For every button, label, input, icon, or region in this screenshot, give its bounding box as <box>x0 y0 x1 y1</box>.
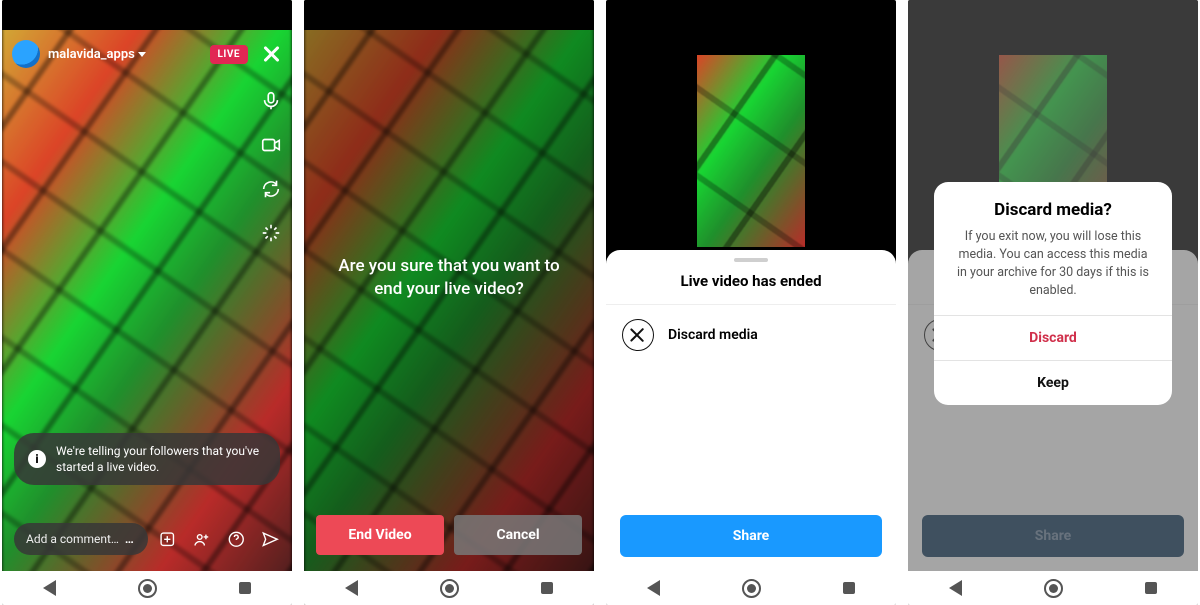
keep-button[interactable]: Keep <box>934 360 1172 405</box>
nav-back-icon[interactable] <box>345 580 358 596</box>
toast-text: We're telling your followers that you've… <box>56 443 266 475</box>
nav-back-icon[interactable] <box>43 580 56 596</box>
live-topbar: malavida_apps LIVE <box>2 30 292 78</box>
video-backdrop <box>2 0 292 605</box>
close-icon <box>622 319 654 351</box>
phone-discard-dialog: Live video has ended Discard media Share… <box>908 0 1198 605</box>
comment-input[interactable]: Add a comment… … <box>14 523 148 555</box>
end-confirm-text: Are you sure that you want to end your l… <box>326 255 572 301</box>
status-bar-spacer <box>304 0 594 30</box>
ended-sheet: Live video has ended Discard media Share <box>606 250 896 571</box>
info-icon: i <box>28 450 46 468</box>
android-navbar <box>908 571 1198 605</box>
more-dots-icon: … <box>120 532 136 546</box>
mic-icon[interactable] <box>260 90 282 112</box>
video-thumbnail <box>697 55 805 247</box>
sheet-grabber[interactable] <box>734 258 768 262</box>
questions-icon[interactable] <box>227 527 246 551</box>
username-button[interactable]: malavida_apps <box>48 47 146 62</box>
confirm-buttons: End Video Cancel <box>316 515 582 555</box>
invite-guest-icon[interactable] <box>192 527 211 551</box>
phone-live: malavida_apps LIVE i We're telling your … <box>2 0 292 605</box>
nav-recents-icon[interactable] <box>843 582 855 594</box>
dialog-title: Discard media? <box>954 200 1152 220</box>
camera-icon[interactable] <box>260 134 282 156</box>
android-navbar <box>2 571 292 605</box>
nav-home-icon[interactable] <box>138 579 157 598</box>
discard-media-label: Discard media <box>668 327 758 343</box>
sheet-title: Live video has ended <box>606 266 896 305</box>
nav-recents-icon[interactable] <box>1145 582 1157 594</box>
four-phone-row: malavida_apps LIVE i We're telling your … <box>0 0 1200 605</box>
android-navbar <box>304 571 594 605</box>
username-label: malavida_apps <box>48 47 135 62</box>
nav-home-icon[interactable] <box>1044 579 1063 598</box>
comment-placeholder: Add a comment… <box>26 532 119 546</box>
nav-back-icon[interactable] <box>647 580 660 596</box>
live-bottom-bar: Add a comment… … <box>14 523 280 555</box>
dialog-message: If you exit now, you will lose this medi… <box>954 228 1152 301</box>
discard-button[interactable]: Discard <box>934 315 1172 360</box>
nav-back-icon[interactable] <box>949 580 962 596</box>
close-icon[interactable] <box>260 43 282 65</box>
effects-icon[interactable] <box>260 222 282 244</box>
cancel-button[interactable]: Cancel <box>454 515 582 555</box>
add-media-icon[interactable] <box>158 527 177 551</box>
phone-end-confirm: Are you sure that you want to end your l… <box>304 0 594 605</box>
phone-ended-sheet: Live video has ended Discard media Share <box>606 0 896 605</box>
flip-camera-icon[interactable] <box>260 178 282 200</box>
nav-home-icon[interactable] <box>742 579 761 598</box>
discard-dialog: Discard media? If you exit now, you will… <box>934 182 1172 405</box>
nav-recents-icon[interactable] <box>541 582 553 594</box>
discard-media-row[interactable]: Discard media <box>606 305 896 365</box>
nav-recents-icon[interactable] <box>239 582 251 594</box>
end-video-button[interactable]: End Video <box>316 515 444 555</box>
broadcast-toast: i We're telling your followers that you'… <box>14 433 280 485</box>
live-side-tools <box>260 90 282 244</box>
send-icon[interactable] <box>261 527 280 551</box>
chevron-down-icon <box>138 52 146 57</box>
nav-home-icon[interactable] <box>440 579 459 598</box>
avatar[interactable] <box>12 40 40 68</box>
dialog-body: Discard media? If you exit now, you will… <box>934 182 1172 315</box>
share-button[interactable]: Share <box>620 515 882 557</box>
android-navbar <box>606 571 896 605</box>
status-bar-spacer <box>2 0 292 30</box>
live-badge: LIVE <box>210 45 249 64</box>
